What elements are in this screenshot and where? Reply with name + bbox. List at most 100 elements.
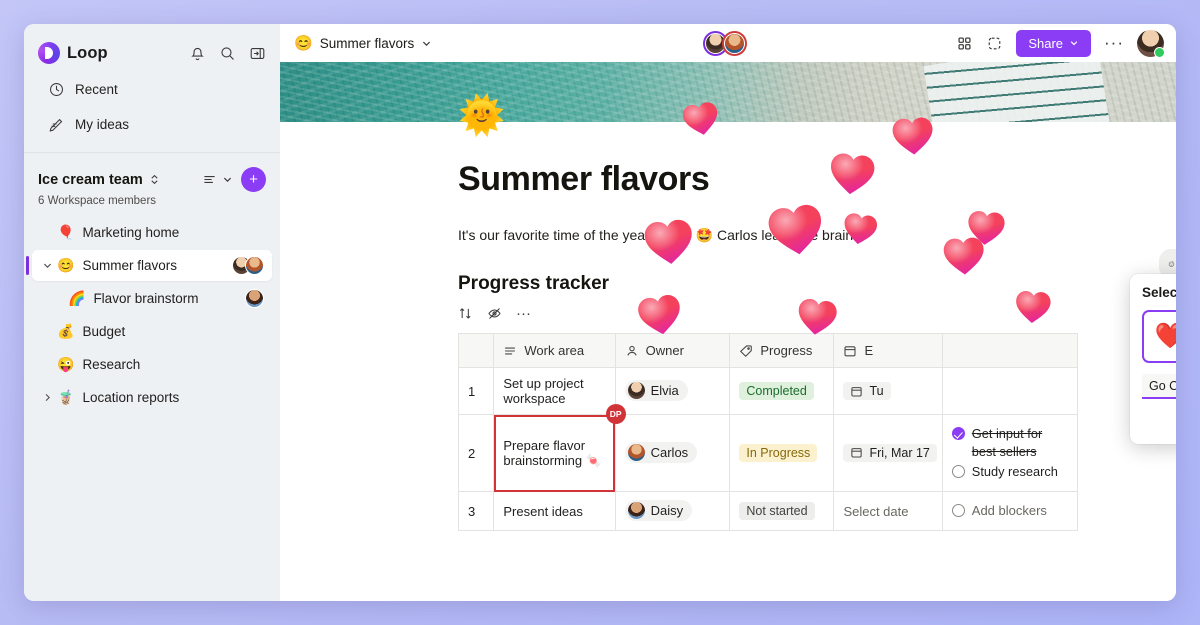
brand-name: Loop	[67, 43, 108, 62]
sidebar-page-marketing-home[interactable]: 🎈 Marketing home	[32, 217, 272, 248]
person-chip[interactable]: Daisy	[624, 500, 693, 522]
checkbox-icon[interactable]	[951, 465, 965, 479]
sidebar-page-label: Location reports	[82, 390, 180, 405]
add-page-button[interactable]: +	[241, 167, 266, 192]
page-emoji-icon: 💰	[57, 323, 75, 339]
cell-end-date[interactable]: Tu	[833, 367, 943, 416]
page-collaborator-avatars	[245, 289, 264, 308]
table-row[interactable]: 2 DP Prepare flavor brainstorming 🍬 Carl…	[457, 404, 1079, 493]
table-col-blockers[interactable]	[941, 333, 1079, 369]
more-options-icon[interactable]: ···	[516, 306, 531, 321]
avatar[interactable]	[722, 30, 747, 56]
sort-icon[interactable]	[458, 306, 473, 321]
current-user-avatar[interactable]	[1137, 29, 1165, 58]
owner-name: Daisy	[650, 503, 684, 519]
cell-blockers[interactable]: Get input for best sellers Study researc…	[941, 414, 1079, 493]
loop-logo-icon	[38, 42, 60, 64]
status-badge: Not started	[739, 502, 815, 521]
hide-eye-icon[interactable]	[487, 306, 502, 321]
avatar	[245, 256, 264, 275]
checklist-item[interactable]: Study research	[951, 463, 1068, 481]
cell-work-area[interactable]: Present ideas	[493, 491, 616, 532]
status-badge: Completed	[739, 382, 814, 401]
cell-blockers[interactable]: Add blockers	[941, 491, 1079, 532]
table-row[interactable]: 3 Present ideas Daisy Not started Select…	[457, 491, 1079, 532]
date-placeholder[interactable]: Select date	[843, 504, 908, 519]
table-row[interactable]: 1 Set up project workspace Elvia Complet…	[457, 367, 1079, 416]
date-chip[interactable]: Tu	[843, 382, 891, 401]
table-col-progress[interactable]: Progress	[729, 333, 835, 369]
sidebar-page-label: Research	[82, 357, 141, 372]
checklist-item[interactable]: Add blockers	[951, 502, 1068, 520]
cell-progress[interactable]: In Progress	[729, 414, 835, 493]
sidebar-page-summer-flavors[interactable]: 😊 Summer flavors	[26, 250, 272, 281]
sidebar-page-flavor-brainstorm[interactable]: 🌈 Flavor brainstorm	[32, 283, 272, 314]
nudge-message-input[interactable]	[1142, 374, 1176, 399]
cell-work-area[interactable]: Set up project workspace	[493, 367, 616, 416]
calendar-icon	[844, 346, 856, 357]
list-sort-icon[interactable]	[201, 171, 218, 188]
more-options-button[interactable]: ···	[1104, 34, 1124, 51]
brand-row: Loop	[38, 36, 266, 70]
chevron-right-icon[interactable]	[42, 392, 53, 403]
table-col-label: E	[864, 343, 874, 359]
tag-icon	[740, 345, 753, 357]
bell-icon[interactable]	[189, 45, 206, 62]
table-col-end-date[interactable]: E	[833, 333, 943, 369]
cell-owner[interactable]: Elvia	[614, 367, 731, 416]
cell-owner[interactable]: Carlos	[614, 414, 731, 493]
person-chip[interactable]: Elvia	[624, 380, 688, 402]
heart-nudge-option[interactable]: ❤️	[1142, 310, 1176, 363]
workspace-switch-icon[interactable]	[149, 174, 160, 185]
share-button[interactable]: Share	[1016, 29, 1092, 57]
collaborator-initials-badge: DP	[605, 404, 626, 425]
cell-work-area[interactable]: DP Prepare flavor brainstorming 🍬	[493, 404, 626, 493]
checkbox-checked-icon[interactable]	[951, 427, 965, 441]
cell-progress[interactable]: Not started	[729, 491, 835, 532]
collapse-panel-icon[interactable]	[249, 45, 266, 62]
sidebar-page-label: Summer flavors	[82, 258, 177, 273]
checklist-item[interactable]: Get input for best sellers	[951, 425, 1068, 461]
page-emoji-icon: 😊	[57, 257, 75, 273]
cover-emoji-icon[interactable]: 🌞	[458, 94, 505, 138]
select-nudge-popup: Select nudge ❤️ 🎉 🔦 9/72 Post	[1130, 274, 1176, 444]
chevron-down-icon[interactable]	[42, 260, 53, 271]
chevron-down-icon[interactable]	[222, 174, 233, 185]
cell-end-date[interactable]: Fri, Mar 17	[833, 414, 943, 493]
workspace-members-count: 6 Workspace members	[38, 195, 157, 207]
intro-paragraph[interactable]: It's our favorite time of the year again…	[458, 225, 1176, 245]
sidebar-item-recent[interactable]: Recent	[38, 73, 266, 105]
date-label: Fri, Mar 17	[869, 445, 930, 460]
page-title[interactable]: Summer flavors	[458, 160, 1176, 199]
cell-blockers[interactable]	[941, 367, 1079, 416]
checklist-label: Study research	[971, 464, 1058, 480]
search-icon[interactable]	[219, 45, 236, 62]
pencil-note-icon	[49, 118, 63, 132]
cover-banner-image	[280, 62, 1176, 122]
cell-end-date[interactable]: Select date	[833, 491, 943, 532]
checkbox-icon[interactable]	[951, 504, 965, 518]
table-col-owner[interactable]: Owner	[614, 333, 731, 369]
sidebar-page-research[interactable]: 😜 Research	[32, 349, 272, 380]
document-body: 🌞 Summer flavors It's our favorite time …	[280, 95, 1176, 532]
workspace-name[interactable]: Ice cream team	[38, 172, 143, 188]
date-chip[interactable]: Fri, Mar 17	[843, 443, 937, 462]
document-title-breadcrumb[interactable]: 😊 Summer flavors	[294, 34, 432, 52]
cell-owner[interactable]: Daisy	[614, 491, 731, 532]
section-heading-progress-tracker[interactable]: Progress tracker	[458, 273, 1176, 295]
chevron-down-icon	[1070, 41, 1078, 46]
person-chip[interactable]: Carlos	[624, 442, 698, 464]
sidebar-item-my-ideas[interactable]: My ideas	[38, 108, 266, 140]
cell-progress[interactable]: Completed	[729, 367, 835, 416]
apps-grid-icon[interactable]	[956, 35, 973, 52]
avatar	[627, 382, 645, 400]
table-col-label: Work area	[524, 343, 585, 359]
table-col-work-area[interactable]: Work area	[493, 333, 616, 369]
sidebar-page-budget[interactable]: 💰 Budget	[32, 316, 272, 347]
sidebar-page-location-reports[interactable]: 🧋 Location reports	[32, 382, 272, 413]
copy-link-icon[interactable]	[986, 35, 1003, 52]
table-toolbar: ···	[458, 306, 1176, 321]
chevron-down-icon[interactable]	[421, 38, 432, 49]
avatar	[627, 502, 645, 520]
table-col-label: Progress	[760, 343, 813, 359]
